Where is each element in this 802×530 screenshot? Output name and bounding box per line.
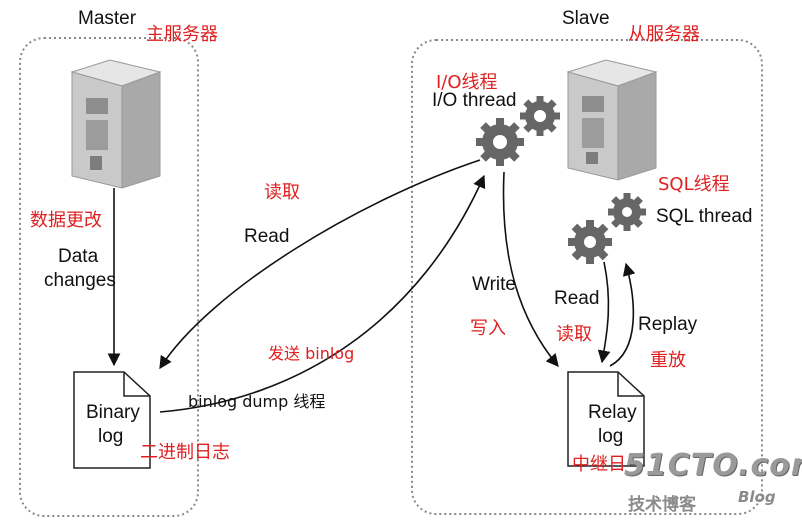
slave-server-icon xyxy=(566,59,658,181)
binary-log-label-2: log xyxy=(98,426,124,447)
binary-log-cn: 二进制日志 xyxy=(140,442,230,463)
io-thread-label: I/O thread xyxy=(432,90,517,111)
relay-log-label-2: log xyxy=(598,426,624,447)
send-binlog-label: 发送 binlog xyxy=(268,344,355,363)
watermark-blog: Blog xyxy=(738,488,776,506)
master-title-cn: 主服务器 xyxy=(146,24,218,45)
replay-cn: 重放 xyxy=(650,350,686,371)
replay-label: Replay xyxy=(638,314,698,335)
write-cn: 写入 xyxy=(470,318,506,339)
read-label: Read xyxy=(244,226,290,247)
sql-thread-label: SQL thread xyxy=(656,206,753,227)
slave-title: Slave xyxy=(562,8,610,29)
master-title: Master xyxy=(78,8,137,29)
data-changes-line2: changes xyxy=(44,270,116,291)
read-relay-label: Read xyxy=(554,288,600,309)
relay-log-label-1: Relay xyxy=(588,402,637,423)
sql-thread-gears-icon xyxy=(568,193,646,264)
read-relay-cn: 读取 xyxy=(556,324,592,345)
data-changes-line1: Data xyxy=(58,246,99,267)
relay-log-cn: 中继日 xyxy=(572,454,626,475)
binary-log-label-1: Binary xyxy=(86,402,140,423)
master-server-icon xyxy=(70,59,162,189)
read-relay-arrow xyxy=(597,261,611,364)
replay-arrow xyxy=(609,262,636,367)
read-cn: 读取 xyxy=(264,182,300,203)
sql-thread-cn: SQL线程 xyxy=(658,174,730,195)
data-changes-cn: 数据更改 xyxy=(30,210,102,231)
watermark-site: 51CTO.com xyxy=(624,448,802,483)
binlog-dump-thread: binlog dump 线程 xyxy=(188,392,326,411)
write-label: Write xyxy=(472,274,516,295)
watermark-blog-cn: 技术博客 xyxy=(628,495,696,515)
send-binlog-arrow xyxy=(159,174,486,413)
write-arrow xyxy=(502,171,559,367)
slave-title-cn: 从服务器 xyxy=(628,24,700,45)
